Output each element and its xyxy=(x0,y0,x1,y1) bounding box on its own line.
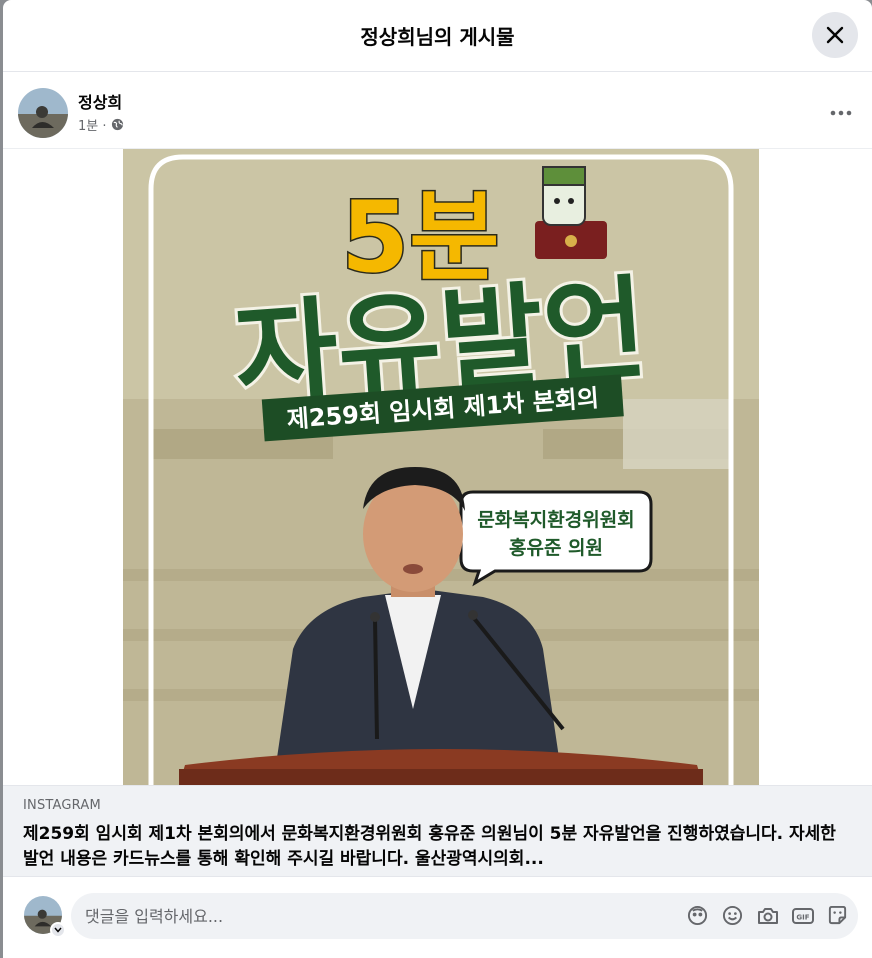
comment-box: GIF xyxy=(71,893,858,939)
camera-icon xyxy=(757,907,778,924)
dialog-title: 정상희님의 게시물 xyxy=(360,25,515,49)
link-caption[interactable]: 제259회 임시회 제1차 본회의에서 문화복지환경위원회 홍유준 의원님이 5… xyxy=(23,822,853,872)
dialog-header: 정상희님의 게시물 xyxy=(3,0,872,72)
speaker-committee: 문화복지환경위원회 xyxy=(477,509,634,531)
post-meta: 1분 · xyxy=(78,115,124,134)
sticker-button[interactable] xyxy=(825,903,850,928)
avatar-icon xyxy=(687,905,708,926)
sticker-icon xyxy=(828,905,847,925)
link-preview[interactable]: INSTAGRAM 제259회 임시회 제1차 본회의에서 문화복지환경위원회 … xyxy=(3,785,872,877)
chevron-down-icon xyxy=(54,927,62,933)
avatar-switch-button[interactable] xyxy=(50,922,66,938)
svg-text:GIF: GIF xyxy=(796,913,809,921)
speaker-name: 홍유준 의원 xyxy=(509,536,603,559)
avatar-sticker-button[interactable] xyxy=(685,903,710,928)
post-author-row: 정상희 1분 · xyxy=(3,73,872,149)
post-dialog: 정상희님의 게시물 정상희 1분 · 5분 자유발언 제259회 임시회 제1차… xyxy=(3,0,872,958)
emoji-button[interactable] xyxy=(720,903,745,928)
photo-button[interactable] xyxy=(755,903,780,928)
gif-icon: GIF xyxy=(791,907,814,924)
close-icon xyxy=(826,26,844,44)
gif-button[interactable]: GIF xyxy=(790,903,815,928)
globe-icon xyxy=(111,118,123,131)
link-source: INSTAGRAM xyxy=(23,798,101,813)
more-options-button[interactable] xyxy=(823,97,859,123)
emoji-icon xyxy=(722,905,743,926)
post-image[interactable]: 5분 자유발언 제259회 임시회 제1차 본회의 문화복지환경위원회 홍유준 … xyxy=(123,149,759,785)
post-time[interactable]: 1분 · xyxy=(78,115,107,134)
close-button[interactable] xyxy=(812,12,858,58)
comment-composer: GIF xyxy=(3,878,872,958)
comment-input[interactable] xyxy=(85,893,645,939)
author-name[interactable]: 정상희 xyxy=(78,89,122,113)
more-icon xyxy=(830,110,852,116)
author-avatar[interactable] xyxy=(18,88,68,138)
comment-tools: GIF xyxy=(685,903,850,928)
